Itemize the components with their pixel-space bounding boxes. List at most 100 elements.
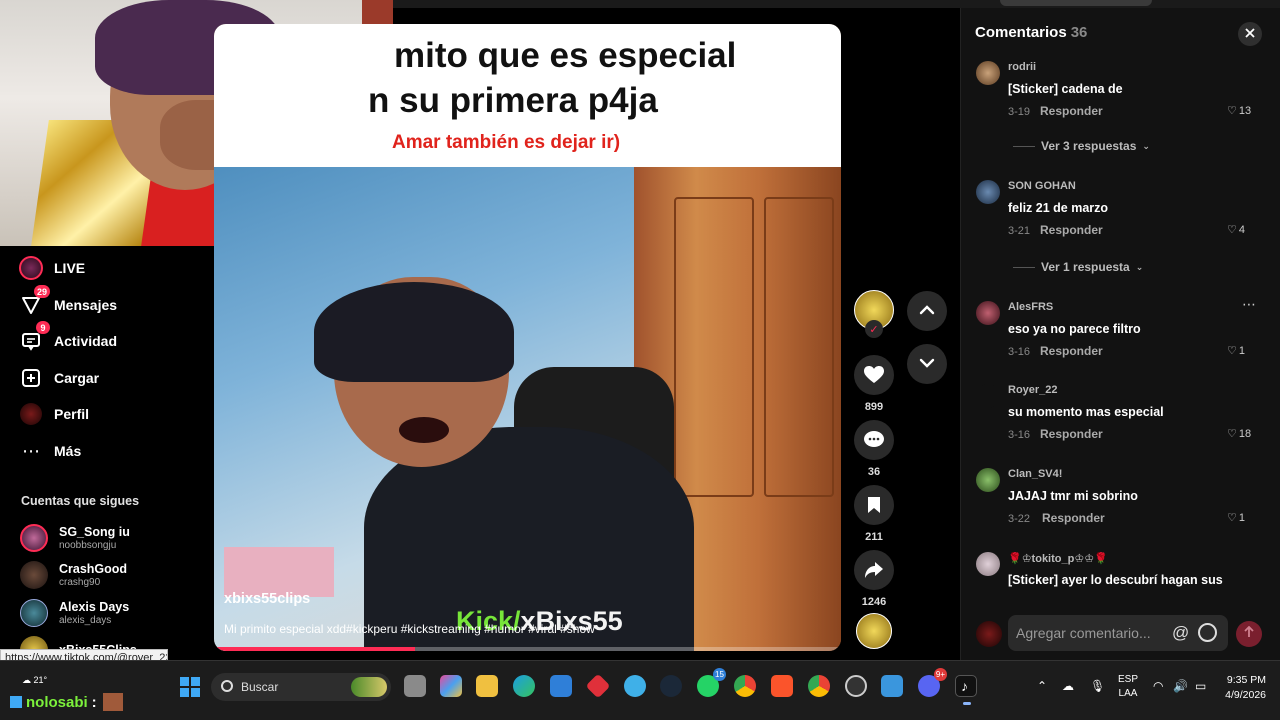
comment-date: 3-22 <box>1008 513 1031 525</box>
comment-like-button[interactable]: ♡ 1 <box>1227 344 1245 358</box>
system-clock[interactable]: 9:35 PM 4/9/2026 <box>1216 673 1266 703</box>
whatsapp-badge: 15 <box>713 668 726 681</box>
comment-user[interactable]: rodrii <box>1008 61 1036 73</box>
battery-icon[interactable]: ▭ <box>1195 679 1206 693</box>
sidebar-item-live[interactable]: LIVE <box>18 253 198 283</box>
store-app[interactable] <box>550 675 572 697</box>
steam-app[interactable] <box>660 675 682 697</box>
following-item[interactable]: SG_Song iu noobbsongju <box>20 521 195 555</box>
file-explorer-app[interactable] <box>476 675 498 697</box>
whatsapp-app[interactable]: 15 <box>697 668 726 697</box>
avatar[interactable] <box>976 301 1000 325</box>
comment-user[interactable]: SON GOHAN <box>1008 180 1076 192</box>
comment-input[interactable] <box>1008 615 1228 651</box>
avatar[interactable] <box>976 384 1000 408</box>
send-comment-button[interactable] <box>1236 621 1262 647</box>
comment-button[interactable]: 36 <box>848 420 900 478</box>
video-author[interactable]: xbixs55clips <box>224 591 310 607</box>
comment-text: feliz 21 de marzo <box>1008 201 1109 215</box>
following-item[interactable]: CrashGood crashg90 <box>20 558 195 592</box>
language-indicator[interactable]: ESP LAA <box>1118 673 1138 701</box>
reply-button[interactable]: Responder <box>1040 344 1103 358</box>
comment-like-button[interactable]: ♡ 1 <box>1227 511 1245 525</box>
avatar[interactable] <box>976 552 1000 576</box>
edge-app[interactable] <box>513 675 535 697</box>
sidebar-item-actividad[interactable]: 9 Actividad <box>18 321 198 356</box>
stream-overlay-user: nolosabi : <box>10 693 123 711</box>
microphone-icon[interactable]: 🎙 <box>1090 679 1105 693</box>
sidebar-item-label: LIVE <box>54 260 86 276</box>
comment-user[interactable]: AlesFRS <box>1008 301 1053 313</box>
chevron-up-tray-icon[interactable]: ⌃ <box>1037 679 1047 693</box>
cloud-icon[interactable]: ☁ <box>1062 679 1074 693</box>
activity-icon: 9 <box>18 321 50 354</box>
notepad-app[interactable] <box>881 675 903 697</box>
comment-like-button[interactable]: ♡ 18 <box>1227 427 1251 441</box>
avatar[interactable] <box>976 61 1000 85</box>
comment-user[interactable]: Clan_SV4! <box>1008 468 1062 480</box>
comment-date: 3-21 <box>1008 225 1031 237</box>
comment-like-button[interactable]: ♡ 4 <box>1227 223 1245 237</box>
reply-button[interactable]: Responder <box>1040 223 1103 237</box>
overlay-separator: : <box>91 693 97 711</box>
share-count: 1246 <box>861 596 887 608</box>
avatar[interactable] <box>976 180 1000 204</box>
next-video-button[interactable] <box>907 344 947 384</box>
bookmark-icon <box>854 485 894 525</box>
view-replies-button[interactable]: Ver 3 respuestas ⌄ <box>1013 139 1150 153</box>
reply-button[interactable]: Responder <box>1040 104 1103 118</box>
sidebar-item-cargar[interactable]: Cargar <box>18 363 198 393</box>
comment-date: 3-16 <box>1008 346 1031 358</box>
comment-date: 3-19 <box>1008 106 1031 118</box>
video-player[interactable]: mito que es especial n su primera p4ja A… <box>214 24 841 651</box>
view-replies-button[interactable]: Ver 1 respuesta ⌄ <box>1013 260 1143 274</box>
previous-video-button[interactable] <box>907 291 947 331</box>
heart-outline-icon: ♡ <box>1227 224 1237 236</box>
follow-check-icon[interactable]: ✓ <box>865 320 883 338</box>
sidebar-item-perfil[interactable]: Perfil <box>18 399 198 429</box>
comment-like-button[interactable]: ♡ 13 <box>1227 104 1251 118</box>
wifi-icon[interactable]: ◠ <box>1153 679 1163 693</box>
more-options-icon[interactable]: ⋯ <box>1242 296 1256 313</box>
following-username: alexis_days <box>59 614 112 626</box>
sidebar-item-mensajes[interactable]: 29 Mensajes <box>18 285 198 320</box>
following-name: SG_Song iu <box>59 524 130 539</box>
brave-app[interactable] <box>771 675 793 697</box>
unknown-app[interactable] <box>624 675 646 697</box>
tiktok-app[interactable]: ♪ <box>955 675 977 705</box>
copilot-app[interactable] <box>440 675 462 697</box>
like-button[interactable]: 899 <box>848 355 900 413</box>
obs-app[interactable] <box>845 675 867 697</box>
music-disc-button[interactable] <box>848 613 900 649</box>
share-arrow-icon <box>854 550 894 590</box>
comment-count: 36 <box>867 466 881 478</box>
arrow-up-icon <box>1244 625 1254 643</box>
comment-user[interactable]: Royer_22 <box>1008 384 1058 396</box>
emoji-icon[interactable] <box>1198 623 1217 642</box>
chrome-profile-app[interactable] <box>808 675 830 697</box>
windows-start-button[interactable] <box>180 677 200 697</box>
task-view-app[interactable] <box>404 675 426 697</box>
following-name: Alexis Days <box>59 599 130 614</box>
video-progress-bar[interactable] <box>214 647 841 651</box>
red-app[interactable] <box>585 673 611 699</box>
discord-app[interactable]: 9+ <box>918 668 947 697</box>
reply-button[interactable]: Responder <box>1040 427 1103 441</box>
comments-count: 36 <box>1070 24 1088 41</box>
share-button[interactable]: 1246 <box>848 550 900 608</box>
sidebar-item-mas[interactable]: ⋯ Más <box>18 436 198 466</box>
weather-widget[interactable]: ☁ 21° <box>22 675 47 686</box>
reply-button[interactable]: Responder <box>1042 511 1105 525</box>
comment-user[interactable]: 🌹♔tokito_p♔♔🌹 <box>1008 552 1108 565</box>
mention-icon[interactable]: @ <box>1172 623 1189 643</box>
taskbar-search[interactable]: Buscar <box>211 673 391 701</box>
chrome-app[interactable] <box>734 675 756 697</box>
save-button[interactable]: 211 <box>848 485 900 543</box>
following-item[interactable]: Alexis Days alexis_days <box>20 596 195 630</box>
overlay-emote <box>102 693 123 711</box>
creator-avatar-button[interactable]: ✓ <box>848 290 900 338</box>
volume-icon[interactable]: 🔊 <box>1173 679 1188 693</box>
close-comments-button[interactable] <box>1238 22 1262 46</box>
comments-title: Comentarios <box>975 24 1067 41</box>
avatar[interactable] <box>976 468 1000 492</box>
